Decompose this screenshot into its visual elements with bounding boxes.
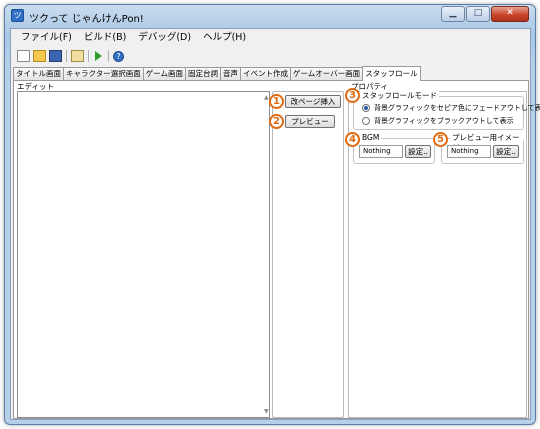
tab-title-screen[interactable]: タイトル画面	[13, 67, 64, 80]
new-file-icon[interactable]	[17, 50, 30, 62]
action-button-panel: 1 改ページ挿入 2 プレビュー	[269, 91, 344, 418]
mode-option-sepia-label: 背景グラフィックをセピア色にフェードアウトして表示	[374, 104, 540, 112]
editor-scrollbar[interactable]: ▲ ▼	[263, 92, 271, 417]
marker-1: 1	[269, 94, 284, 109]
bgm-group: BGM Nothing 設定..	[353, 133, 435, 164]
client-area: ファイル(F) ビルド(B) デバッグ(D) ヘルプ(H) ? タイトル画面 キ…	[10, 28, 540, 420]
toolbar-separator	[66, 50, 67, 62]
window-title: ツクって じゃんけんPon!	[29, 14, 144, 25]
maximize-button[interactable]: □	[466, 6, 490, 22]
bgm-settings-button[interactable]: 設定..	[405, 145, 431, 158]
app-icon: ツ	[11, 9, 24, 22]
staff-roll-page: エディット ▲ ▼ 1 改ページ挿入 2 プレビュー プロパティ 3 スタッフロ…	[13, 80, 540, 419]
run-icon[interactable]	[95, 51, 102, 61]
marker-4: 4	[345, 132, 360, 147]
tab-strip: タイトル画面 キャラクター選択画面 ゲーム画面 固定台詞 音声 イベント作成 ゲ…	[13, 66, 421, 81]
bgm-value-field: Nothing	[359, 145, 403, 158]
marker-2: 2	[269, 114, 284, 129]
save-icon[interactable]	[49, 50, 62, 62]
staff-roll-mode-group: スタッフロールモード 背景グラフィックをセピア色にフェードアウトして表示 背景グ…	[353, 91, 540, 130]
toolbar-separator	[88, 50, 89, 62]
open-folder-icon[interactable]	[33, 50, 46, 62]
menu-build[interactable]: ビルド(B)	[78, 29, 132, 47]
menu-bar: ファイル(F) ビルド(B) デバッグ(D) ヘルプ(H)	[11, 29, 530, 47]
bgm-title: BGM	[360, 133, 382, 143]
minimize-button[interactable]: ▁	[441, 6, 465, 22]
close-icon: ✕	[506, 8, 514, 18]
tab-game-over[interactable]: ゲームオーバー画面	[289, 67, 364, 80]
properties-panel: 3 スタッフロールモード 背景グラフィックをセピア色にフェードアウトして表示 背…	[345, 88, 540, 418]
preview-image-value-field: Nothing	[447, 145, 491, 158]
page-break-button[interactable]: 改ページ挿入	[285, 95, 341, 108]
tab-game-screen[interactable]: ゲーム画面	[142, 67, 186, 80]
copy-icon[interactable]	[71, 50, 84, 62]
mode-option-blackout[interactable]: 背景グラフィックをブラックアウトして表示	[362, 116, 514, 126]
tab-character-select[interactable]: キャラクター選択画面	[63, 67, 144, 80]
tab-audio[interactable]: 音声	[219, 67, 241, 80]
tab-staff-roll[interactable]: スタッフロール	[362, 66, 421, 81]
menu-file[interactable]: ファイル(F)	[15, 29, 78, 47]
maximize-icon: □	[473, 8, 483, 18]
tab-fixed-lines[interactable]: 固定台詞	[184, 67, 221, 80]
preview-button[interactable]: プレビュー	[285, 115, 335, 128]
scroll-down-icon[interactable]: ▼	[264, 408, 269, 415]
menu-debug[interactable]: デバッグ(D)	[132, 29, 197, 47]
toolbar: ?	[11, 48, 530, 64]
marker-3: 3	[345, 88, 360, 103]
preview-image-group: プレビュー用イメージ Nothing 設定..	[441, 133, 524, 164]
radio-blackout[interactable]	[362, 117, 370, 125]
app-window: ツ ツクって じゃんけんPon! ▁ □ ✕ ファイル(F) ビルド(B) デバ…	[4, 4, 540, 425]
title-bar[interactable]: ツ ツクって じゃんけんPon! ▁ □ ✕	[5, 5, 535, 27]
mode-option-blackout-label: 背景グラフィックをブラックアウトして表示	[374, 117, 514, 125]
staff-roll-editor[interactable]	[17, 91, 270, 418]
tab-event-creation[interactable]: イベント作成	[239, 67, 291, 80]
radio-sepia[interactable]	[362, 104, 370, 112]
close-button[interactable]: ✕	[491, 6, 529, 22]
mode-option-sepia[interactable]: 背景グラフィックをセピア色にフェードアウトして表示	[362, 103, 540, 113]
marker-5: 5	[433, 132, 448, 147]
help-icon[interactable]: ?	[113, 50, 124, 62]
menu-help[interactable]: ヘルプ(H)	[197, 29, 252, 47]
toolbar-separator	[108, 50, 109, 62]
scroll-up-icon[interactable]: ▲	[264, 94, 269, 101]
caption-buttons: ▁ □ ✕	[440, 6, 529, 22]
preview-image-settings-button[interactable]: 設定..	[493, 145, 519, 158]
staff-roll-mode-title: スタッフロールモード	[360, 91, 439, 101]
minimize-icon: ▁	[449, 8, 457, 18]
